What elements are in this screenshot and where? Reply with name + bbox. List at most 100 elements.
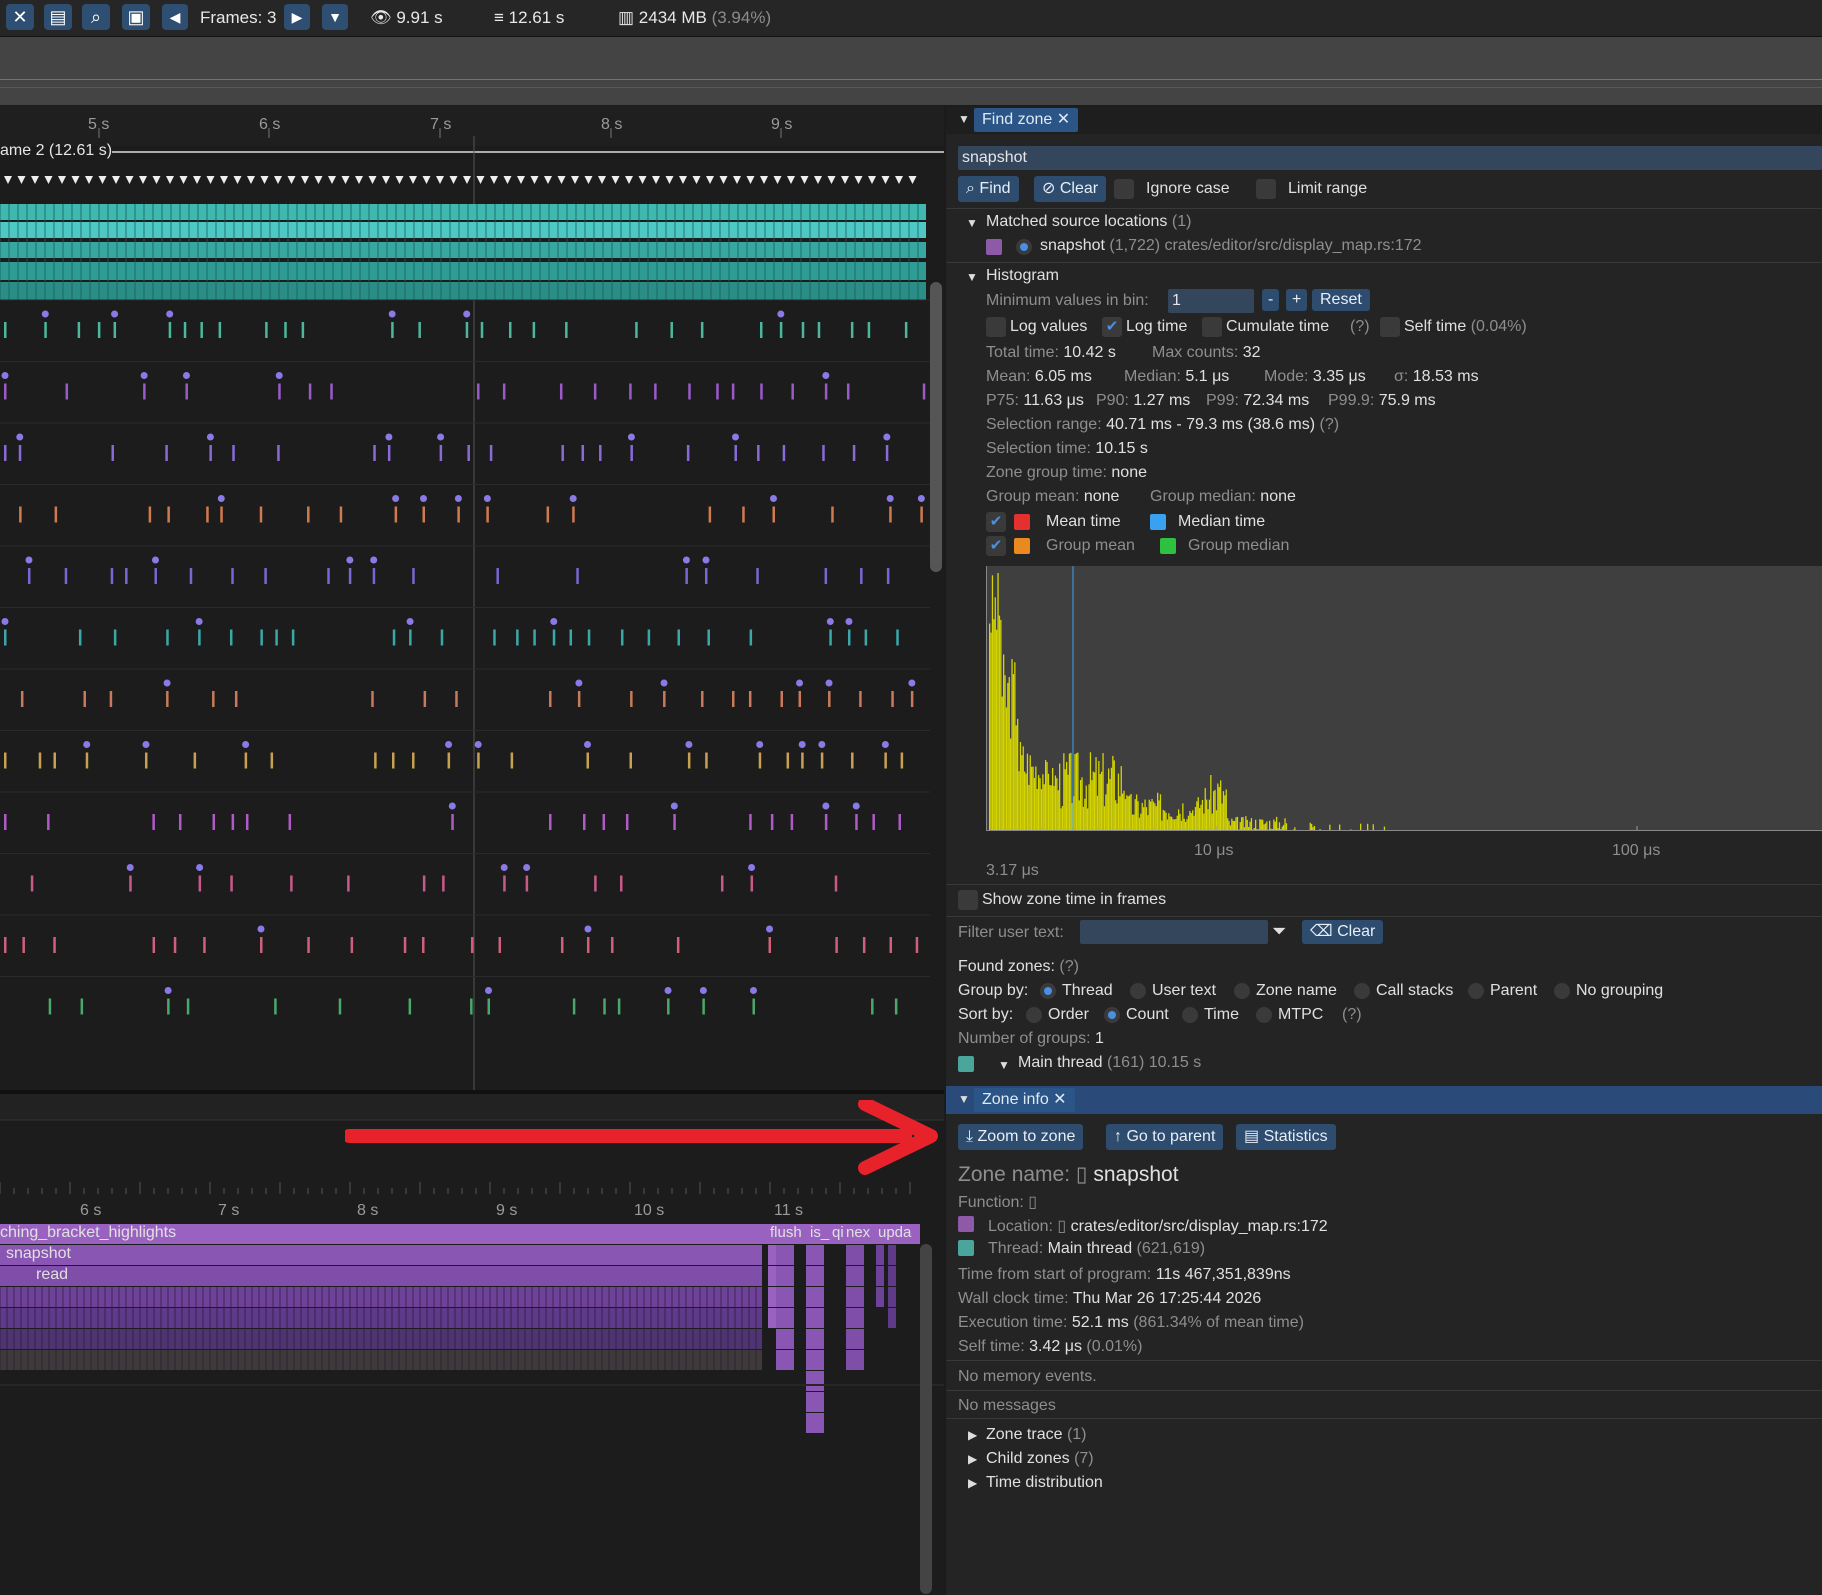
p999-stat: P99.9: 75.9 ms — [1328, 392, 1436, 409]
find-zone-icon[interactable]: ⌕ — [82, 4, 110, 30]
p90-stat: P90: 1.27 ms — [1096, 392, 1191, 409]
help-icon[interactable]: (?) — [1350, 318, 1370, 336]
matched-locations-header[interactable]: Matched source locations (1) — [986, 213, 1191, 231]
cumulate-time-checkbox[interactable] — [1202, 317, 1222, 337]
chevron-down-icon[interactable]: ▼ — [966, 270, 978, 284]
limit-range-checkbox[interactable] — [1256, 179, 1276, 199]
sort-option: Time — [1204, 1006, 1239, 1023]
flame-zone-label[interactable]: flush — [770, 1224, 802, 1241]
flame-zone-label[interactable]: nex — [846, 1224, 870, 1241]
zone-trace-section[interactable]: Zone trace (1) — [986, 1426, 1087, 1444]
chevron-right-icon[interactable]: ▶ — [968, 1452, 977, 1466]
group-by-callstacks-radio[interactable] — [1354, 983, 1370, 999]
limit-range-label: Limit range — [1288, 180, 1368, 197]
frames-label: Frames: 3 — [200, 8, 277, 27]
prev-frame-icon[interactable]: ◀ — [162, 4, 188, 30]
group-median-color-swatch — [1160, 538, 1176, 554]
chevron-down-icon[interactable]: ▼ — [966, 216, 978, 230]
self-time-checkbox[interactable] — [1380, 317, 1400, 337]
histogram-header[interactable]: Histogram — [986, 267, 1059, 285]
zone-info-panel: ▼ Zone info ✕ ⤓ Zoom to zone ↑ Go to par… — [946, 1086, 1822, 1595]
flame-zone-label[interactable]: snapshot — [6, 1245, 71, 1263]
execution-time-row: Execution time: 52.1 ms (861.34% of mean… — [958, 1314, 1304, 1331]
frame-graph[interactable] — [0, 37, 1822, 105]
median-color-swatch — [1150, 514, 1166, 530]
ignore-case-checkbox[interactable] — [1114, 179, 1134, 199]
time-distribution-section[interactable]: Time distribution — [986, 1474, 1103, 1492]
zone-group-time-stat: Zone group time: none — [986, 464, 1147, 481]
mean-time-checkbox[interactable]: ✔ — [986, 512, 1006, 532]
filter-input[interactable] — [1080, 920, 1268, 944]
top-toolbar: ✕ ▤ ⌕ ▣ ◀ Frames: 3 ▶ ▼ 👁 9.91 s ≡ 12.61… — [0, 0, 1822, 37]
sort-time-radio[interactable] — [1182, 1007, 1198, 1023]
flame-zone-label[interactable]: upda — [878, 1224, 911, 1241]
collapse-icon[interactable]: ▼ — [958, 1092, 970, 1106]
chevron-right-icon[interactable]: ▶ — [968, 1476, 977, 1490]
filter-clear-button[interactable]: ⌫ Clear — [1302, 920, 1384, 944]
group-mean-checkbox[interactable]: ✔ — [986, 536, 1006, 556]
options-icon[interactable]: ▤ — [44, 4, 72, 30]
next-frame-icon[interactable]: ▶ — [284, 4, 310, 30]
collapse-icon[interactable]: ▼ — [958, 112, 970, 126]
tab-zone-info[interactable]: Zone info ✕ — [974, 1088, 1075, 1112]
tab-find-zone[interactable]: Find zone ✕ — [974, 108, 1079, 132]
group-by-option: User text — [1152, 982, 1217, 999]
timeline-tick: 9 s — [771, 116, 793, 133]
group-item-main-thread[interactable]: Main thread (161) 10.15 s — [1018, 1054, 1201, 1072]
child-zones-section[interactable]: Child zones (7) — [986, 1450, 1094, 1468]
histogram-canvas[interactable] — [987, 566, 1822, 830]
chevron-down-icon[interactable]: ▼ — [998, 1058, 1010, 1072]
selection-time-stat: Selection time: 10.15 s — [986, 440, 1148, 457]
group-by-nogrouping-radio[interactable] — [1554, 983, 1570, 999]
group-by-zonename-radio[interactable] — [1234, 983, 1250, 999]
timeline-tick: 5 s — [88, 116, 110, 133]
database-icon: ≡ — [494, 8, 504, 27]
flame-scrollbar[interactable] — [920, 1244, 932, 1594]
search-input[interactable]: snapshot — [958, 146, 1822, 170]
group-by-parent-radio[interactable] — [1468, 983, 1484, 999]
min-values-input[interactable]: 1 — [1168, 289, 1254, 313]
show-zone-time-checkbox[interactable] — [958, 890, 978, 910]
flame-zone-label[interactable]: qi — [832, 1224, 844, 1241]
reset-button[interactable]: Reset — [1312, 289, 1370, 311]
flame-zone-label[interactable]: read — [36, 1266, 68, 1284]
group-by-usertext-radio[interactable] — [1130, 983, 1146, 999]
zone-info-header: ▼ Zone info ✕ — [946, 1086, 1822, 1114]
go-to-parent-button[interactable]: ↑ Go to parent — [1106, 1124, 1224, 1150]
filter-icon[interactable]: ⏷ — [1272, 921, 1286, 942]
group-by-thread-radio[interactable] — [1040, 983, 1056, 999]
help-icon[interactable]: (?) — [1342, 1006, 1362, 1024]
match-radio[interactable] — [1016, 239, 1032, 255]
statistics-button[interactable]: ▤ Statistics — [1236, 1124, 1336, 1150]
median-stat: Median: 5.1 μs — [1124, 368, 1230, 385]
frame-dropdown-icon[interactable]: ▼ — [322, 4, 348, 30]
plus-button[interactable]: + — [1286, 289, 1308, 311]
log-time-checkbox[interactable]: ✔ — [1102, 317, 1122, 337]
find-button[interactable]: ⌕ Find — [958, 176, 1019, 202]
minus-button[interactable]: - — [1262, 289, 1280, 311]
histogram-chart[interactable] — [986, 566, 1822, 831]
match-item[interactable]: snapshot (1,722) crates/editor/src/displ… — [1040, 237, 1422, 255]
memory-icon: ▥ — [618, 8, 635, 27]
memory-percent: (3.94%) — [711, 8, 772, 27]
copy-icon: ▯ — [1028, 1194, 1038, 1211]
chevron-right-icon[interactable]: ▶ — [968, 1428, 977, 1442]
group-mean-stat: Group mean: none — [986, 488, 1120, 505]
timeline-view[interactable]: 5 s 6 s 7 s 8 s 9 s ame 2 (12.61 s) ✕ — [0, 106, 944, 1094]
sort-order-radio[interactable] — [1026, 1007, 1042, 1023]
timeline-canvas[interactable] — [0, 106, 944, 1094]
group-median-label: Group median — [1188, 537, 1290, 554]
sort-mtpc-radio[interactable] — [1256, 1007, 1272, 1023]
statistics-icon[interactable]: ▣ — [122, 4, 150, 30]
clear-button[interactable]: ⊘ Clear — [1034, 176, 1107, 202]
ignore-case-label: Ignore case — [1146, 180, 1230, 197]
sort-count-radio[interactable] — [1104, 1007, 1120, 1023]
flame-zone-label[interactable]: is_ — [810, 1224, 829, 1241]
location-row[interactable]: Location: ▯ crates/editor/src/display_ma… — [988, 1216, 1328, 1236]
flame-zone-label[interactable]: ching_bracket_highlights — [0, 1224, 176, 1242]
log-values-checkbox[interactable] — [986, 317, 1006, 337]
zoom-to-zone-button[interactable]: ⤓ Zoom to zone — [958, 1124, 1084, 1150]
tools-icon[interactable]: ✕ — [6, 4, 34, 30]
timeline-scrollbar[interactable] — [930, 282, 942, 572]
sort-option: MTPC — [1278, 1006, 1324, 1023]
